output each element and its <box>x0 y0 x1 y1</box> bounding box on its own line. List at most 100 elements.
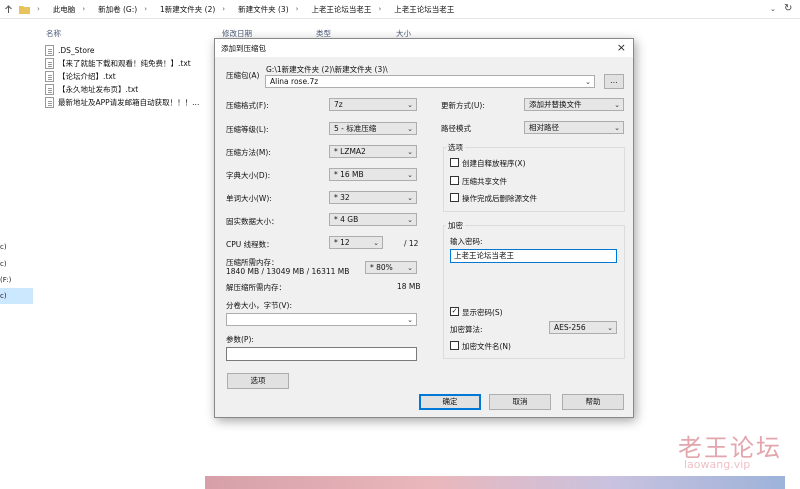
help-button[interactable]: 帮助 <box>562 394 624 410</box>
password-input[interactable]: 上老王论坛当老王 <box>450 249 617 263</box>
file-list: .DS_Store 【来了就能下载和观看！纯免费！】.txt 【论坛介绍】.tx… <box>45 44 199 109</box>
archive-folder-path: G:\1新建文件夹 (2)\新建文件夹 (3)\ <box>266 65 388 74</box>
dict-label: 字典大小(D): <box>226 171 271 180</box>
show-password-label: 显示密码(S) <box>462 308 503 317</box>
breadcrumb-item[interactable]: 此电脑 <box>53 4 76 15</box>
decomp-value: 18 MB <box>397 282 421 291</box>
encrypt-names-checkbox[interactable] <box>450 341 459 350</box>
chevron-down-icon: ⌄ <box>614 101 620 109</box>
list-item[interactable]: 【论坛介绍】.txt <box>45 70 199 83</box>
cpu-label: CPU 线程数： <box>226 240 274 249</box>
refresh-icon[interactable]: ↻ <box>784 3 792 14</box>
file-name: 最新地址及APP请发邮箱自动获取！！！... <box>58 98 200 107</box>
chevron-down-icon: ⌄ <box>407 171 413 179</box>
list-item[interactable]: 【来了就能下载和观看！纯免费！】.txt <box>45 57 199 70</box>
word-label: 单词大小(W): <box>226 194 272 203</box>
mem-select[interactable]: * 80% ⌄ <box>365 261 417 274</box>
chevron-down-icon: ⌄ <box>407 148 413 156</box>
share-label: 压缩共享文件 <box>462 177 507 186</box>
file-name: .DS_Store <box>58 46 95 55</box>
level-label: 压缩等级(L): <box>226 125 269 134</box>
word-select[interactable]: * 32 ⌄ <box>329 191 417 204</box>
chevron-down-icon[interactable]: ⌄ <box>770 5 776 13</box>
close-icon[interactable]: × <box>617 41 626 54</box>
text-file-icon <box>45 97 54 108</box>
text-file-icon <box>45 84 54 95</box>
chevron-down-icon: ⌄ <box>407 216 413 224</box>
chevron-down-icon: ⌄ <box>407 316 413 324</box>
breadcrumb-item[interactable]: 上老王论坛当老王 <box>394 4 454 15</box>
solid-label: 固实数据大小： <box>226 217 279 226</box>
delete-checkbox[interactable] <box>450 193 459 202</box>
sfx-checkbox[interactable] <box>450 158 459 167</box>
dialog-title: 添加到压缩包 <box>221 44 266 53</box>
solid-select[interactable]: * 4 GB ⌄ <box>329 213 417 226</box>
file-name: 【来了就能下载和观看！纯免费！】.txt <box>58 59 191 68</box>
dialog-titlebar[interactable]: 添加到压缩包 × <box>215 39 633 57</box>
pathmode-label: 路径模式 <box>441 124 471 133</box>
method-select[interactable]: * LZMA2 ⌄ <box>329 145 417 158</box>
sfx-label: 创建自释放程序(X) <box>462 159 526 168</box>
file-name: 【论坛介绍】.txt <box>58 72 116 81</box>
list-item[interactable]: 最新地址及APP请发邮箱自动获取！！！... <box>45 96 199 109</box>
params-input[interactable] <box>226 347 417 361</box>
method-label: 压缩方法(M): <box>226 148 271 157</box>
share-checkbox[interactable] <box>450 176 459 185</box>
chevron-down-icon: ⌄ <box>407 194 413 202</box>
nav-item[interactable]: c) <box>0 243 7 251</box>
options-button[interactable]: 选项 <box>227 373 289 389</box>
browse-button[interactable]: ... <box>604 74 624 89</box>
cpu-select[interactable]: * 12 ⌄ <box>329 236 383 249</box>
breadcrumb-item[interactable]: 新加卷 (G:) <box>98 4 137 15</box>
watermark-url: laowang.vip <box>684 458 751 471</box>
chevron-down-icon: ⌄ <box>407 264 413 272</box>
list-item[interactable]: .DS_Store <box>45 44 199 57</box>
up-arrow-icon[interactable] <box>4 4 13 14</box>
chevron-down-icon: ⌄ <box>407 125 413 133</box>
params-label: 参数(P): <box>226 335 254 344</box>
list-item[interactable]: 【永久地址发布页】.txt <box>45 83 199 96</box>
update-select[interactable]: 添加并替换文件 ⌄ <box>524 98 624 111</box>
archive-name-combo[interactable]: Alina rose.7z ⌄ <box>265 75 595 88</box>
cpu-total: / 12 <box>404 239 419 248</box>
archive-label: 压缩包(A) <box>226 71 260 80</box>
add-to-archive-dialog: 添加到压缩包 × 压缩包(A) G:\1新建文件夹 (2)\新建文件夹 (3)\… <box>214 38 634 418</box>
chevron-down-icon: ⌄ <box>607 324 613 332</box>
split-label: 分卷大小，字节(V): <box>226 301 293 310</box>
background-image-strip <box>205 476 785 489</box>
dict-select[interactable]: * 16 MB ⌄ <box>329 168 417 181</box>
split-size-combo[interactable]: ⌄ <box>226 313 417 326</box>
pathmode-select[interactable]: 相对路径 ⌄ <box>524 121 624 134</box>
encrypt-names-label: 加密文件名(N) <box>462 342 511 351</box>
show-password-checkbox[interactable]: ✓ <box>450 307 459 316</box>
chevron-down-icon: ⌄ <box>614 124 620 132</box>
text-file-icon <box>45 58 54 69</box>
update-label: 更新方式(U): <box>441 101 485 110</box>
column-header-name[interactable]: 名称 <box>46 28 61 39</box>
ok-button[interactable]: 确定 <box>419 394 481 410</box>
file-icon <box>45 45 54 56</box>
delete-label: 操作完成后删除源文件 <box>462 194 537 203</box>
options-group-title: 选项 <box>446 142 465 153</box>
breadcrumb-item[interactable]: 1新建文件夹 (2) <box>160 4 215 15</box>
address-bar[interactable]: › 此电脑 › 新加卷 (G:) › 1新建文件夹 (2) › 新建文件夹 (3… <box>0 0 800 19</box>
decomp-label: 解压缩所需内存： <box>226 283 286 292</box>
chevron-down-icon: ⌄ <box>585 78 591 86</box>
enc-method-select[interactable]: AES-256 ⌄ <box>549 321 617 334</box>
format-label: 压缩格式(F): <box>226 101 269 110</box>
chevron-down-icon: ⌄ <box>407 101 413 109</box>
nav-item[interactable]: c) <box>0 260 7 268</box>
file-name: 【永久地址发布页】.txt <box>58 85 139 94</box>
folder-icon <box>19 5 30 14</box>
level-select[interactable]: 5 - 标准压缩 ⌄ <box>329 122 417 135</box>
breadcrumb-item[interactable]: 新建文件夹 (3) <box>238 4 289 15</box>
format-select[interactable]: 7z ⌄ <box>329 98 417 111</box>
chevron-down-icon: ⌄ <box>373 239 379 247</box>
breadcrumb-item[interactable]: 上老王论坛当老王 <box>311 4 371 15</box>
nav-item[interactable]: c) <box>0 292 7 300</box>
cancel-button[interactable]: 取消 <box>489 394 551 410</box>
nav-item[interactable]: (F:) <box>0 276 11 284</box>
text-file-icon <box>45 71 54 82</box>
encryption-group-title: 加密 <box>446 220 465 231</box>
enc-method-label: 加密算法: <box>450 325 483 334</box>
